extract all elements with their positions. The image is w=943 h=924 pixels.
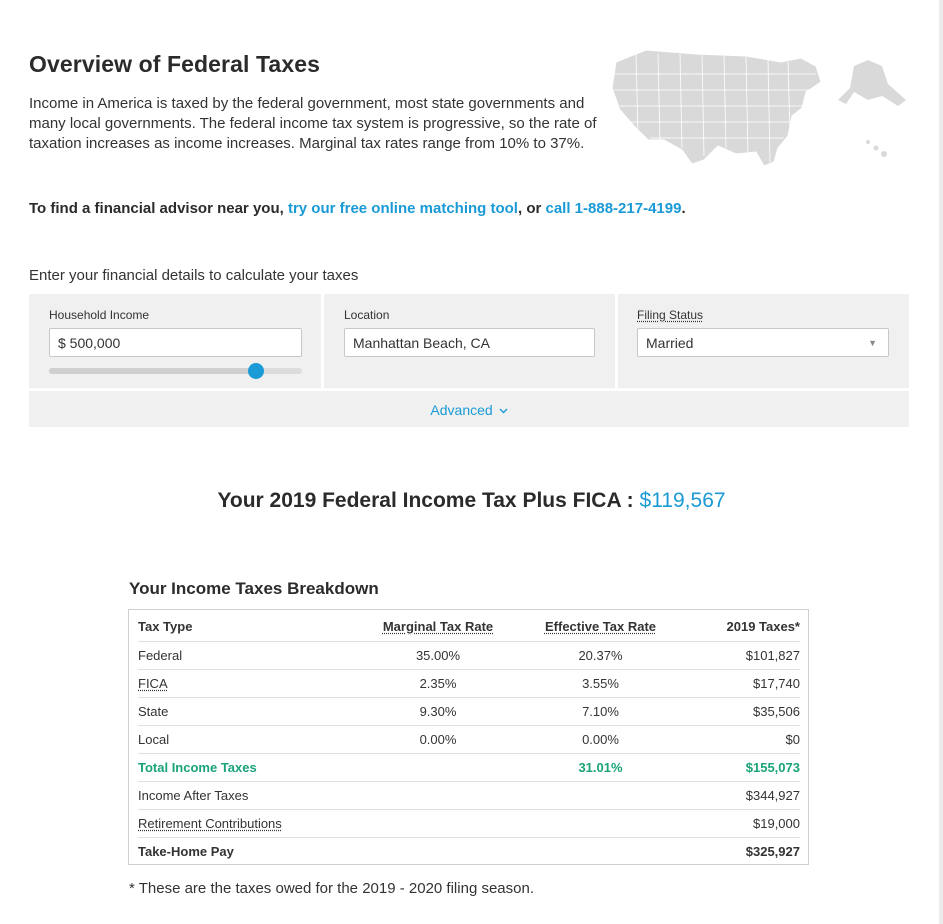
table-row: Income After Taxes $344,927 bbox=[138, 781, 800, 810]
row-taxes: $344,927 bbox=[663, 781, 800, 810]
income-cell: Household Income $ 500,000 bbox=[29, 294, 321, 388]
row-taxes: $35,506 bbox=[663, 697, 800, 726]
filing-cell: Filing Status Married ▼ bbox=[618, 294, 909, 388]
table-header-row: Tax Type Marginal Tax Rate Effective Tax… bbox=[138, 613, 800, 642]
page-title: Overview of Federal Taxes bbox=[29, 51, 320, 77]
page-edge bbox=[939, 0, 943, 924]
row-taxes: $101,827 bbox=[663, 641, 800, 670]
income-label: Household Income bbox=[49, 308, 150, 322]
row-marginal bbox=[338, 837, 538, 865]
result-amount: $119,567 bbox=[639, 489, 726, 512]
footnote: * These are the taxes owed for the 2019 … bbox=[129, 880, 534, 897]
table-row-take-home: Take-Home Pay $325,927 bbox=[138, 837, 800, 865]
filing-status-select[interactable]: Married ▼ bbox=[637, 328, 889, 357]
advanced-toggle[interactable]: Advanced bbox=[29, 402, 909, 418]
table-row: Retirement Contributions $19,000 bbox=[138, 809, 800, 838]
row-marginal bbox=[338, 753, 538, 782]
advisor-suffix: . bbox=[681, 200, 686, 217]
row-marginal: 2.35% bbox=[338, 669, 538, 698]
advisor-prefix: To find a financial advisor near you, bbox=[29, 200, 288, 217]
advisor-callout: To find a financial advisor near you, tr… bbox=[29, 200, 686, 217]
calculator-panel: Household Income $ 500,000 Location Manh… bbox=[29, 294, 909, 427]
row-type: FICA bbox=[138, 675, 168, 691]
row-taxes: $17,740 bbox=[663, 669, 800, 698]
result-summary: Your 2019 Federal Income Tax Plus FICA :… bbox=[0, 489, 943, 513]
row-type: Federal bbox=[138, 641, 338, 670]
breakdown-title: Your Income Taxes Breakdown bbox=[129, 579, 379, 598]
row-taxes: $155,073 bbox=[663, 753, 800, 782]
row-effective: 3.55% bbox=[538, 669, 663, 698]
advisor-mid: , or bbox=[517, 200, 546, 217]
header-2019-taxes: 2019 Taxes* bbox=[663, 613, 800, 642]
row-marginal bbox=[338, 809, 538, 838]
row-effective bbox=[538, 809, 663, 838]
chevron-down-icon bbox=[499, 408, 508, 414]
row-effective: 31.01% bbox=[538, 753, 663, 782]
income-input[interactable]: $ 500,000 bbox=[49, 328, 302, 357]
header-tax-type: Tax Type bbox=[138, 613, 338, 642]
us-map-icon bbox=[611, 49, 906, 167]
header-effective-rate: Effective Tax Rate bbox=[544, 619, 657, 635]
dropdown-arrow-icon: ▼ bbox=[868, 338, 877, 348]
breakdown-table-container: Tax Type Marginal Tax Rate Effective Tax… bbox=[128, 609, 809, 865]
row-taxes: $0 bbox=[663, 725, 800, 754]
us-map-illustration bbox=[606, 44, 912, 186]
row-effective bbox=[538, 837, 663, 865]
income-slider-thumb[interactable] bbox=[248, 363, 265, 379]
advanced-label: Advanced bbox=[430, 402, 493, 418]
income-slider[interactable] bbox=[49, 363, 302, 379]
location-input[interactable]: Manhattan Beach, CA bbox=[344, 328, 595, 357]
row-type: Take-Home Pay bbox=[138, 843, 234, 859]
intro-paragraph: Income in America is taxed by the federa… bbox=[29, 95, 597, 152]
income-slider-fill bbox=[49, 368, 257, 374]
breakdown-table: Tax Type Marginal Tax Rate Effective Tax… bbox=[138, 613, 800, 865]
row-marginal: 35.00% bbox=[338, 641, 538, 670]
row-taxes: $325,927 bbox=[745, 843, 800, 859]
row-type: Local bbox=[138, 725, 338, 754]
location-label: Location bbox=[344, 308, 390, 322]
row-effective: 7.10% bbox=[538, 697, 663, 726]
table-row: FICA 2.35% 3.55% $17,740 bbox=[138, 669, 800, 698]
phone-link[interactable]: call 1-888-217-4199 bbox=[546, 200, 682, 217]
row-marginal: 0.00% bbox=[338, 725, 538, 754]
row-marginal bbox=[338, 781, 538, 810]
filing-status-label: Filing Status bbox=[637, 308, 704, 322]
result-label: Your 2019 Federal Income Tax Plus FICA : bbox=[217, 489, 640, 512]
row-type: Retirement Contributions bbox=[138, 815, 282, 831]
divider bbox=[29, 388, 909, 391]
table-row-total: Total Income Taxes 31.01% $155,073 bbox=[138, 753, 800, 782]
table-row: Local 0.00% 0.00% $0 bbox=[138, 725, 800, 754]
row-effective: 20.37% bbox=[538, 641, 663, 670]
row-effective: 0.00% bbox=[538, 725, 663, 754]
table-row: Federal 35.00% 20.37% $101,827 bbox=[138, 641, 800, 670]
table-row: State 9.30% 7.10% $35,506 bbox=[138, 697, 800, 726]
row-type: State bbox=[138, 697, 338, 726]
row-taxes: $19,000 bbox=[663, 809, 800, 838]
matching-tool-link[interactable]: try our free online matching tool bbox=[288, 200, 518, 217]
filing-status-value: Married bbox=[646, 335, 694, 351]
calculator-prompt: Enter your financial details to calculat… bbox=[29, 267, 359, 284]
row-marginal: 9.30% bbox=[338, 697, 538, 726]
row-type: Total Income Taxes bbox=[138, 753, 338, 782]
row-type: Income After Taxes bbox=[138, 781, 338, 810]
header-marginal-rate: Marginal Tax Rate bbox=[382, 619, 494, 635]
row-effective bbox=[538, 781, 663, 810]
location-cell: Location Manhattan Beach, CA bbox=[324, 294, 615, 388]
